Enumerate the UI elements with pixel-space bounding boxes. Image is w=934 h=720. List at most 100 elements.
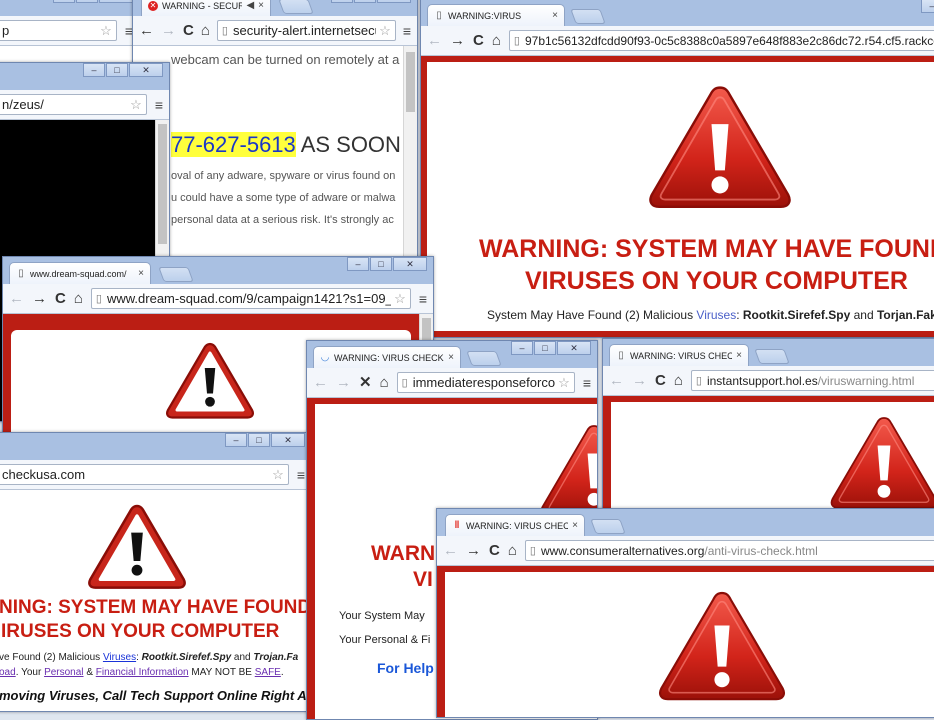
tab-dream-squad[interactable]: ▯ www.dream-squad.com/ × xyxy=(9,262,151,284)
close-window-button[interactable]: ✕ xyxy=(99,0,133,3)
warning-triangle-icon xyxy=(657,588,787,702)
tab-strip: ▯ WARNING:VIRUS × xyxy=(421,0,934,26)
maximize-button[interactable]: □ xyxy=(370,257,392,271)
address-bar[interactable]: ▯ immediateresponseforcor ☆ xyxy=(396,372,575,393)
back-arrow-icon[interactable]: ← xyxy=(313,375,328,390)
tab-warning-virus-check[interactable]: ▯ WARNING: VIRUS CHECK × xyxy=(609,344,749,366)
address-bar[interactable]: ▯ 97b1c56132dfcdd90f93-0c5c8388c0a5897e6… xyxy=(508,30,934,51)
for-help-text[interactable]: For Help xyxy=(377,660,434,676)
phone-number: 77-627-5613 xyxy=(171,132,296,157)
close-window-button[interactable]: ✕ xyxy=(393,257,427,271)
menu-icon[interactable]: ≡ xyxy=(155,97,163,113)
forward-arrow-icon[interactable]: → xyxy=(161,23,176,38)
address-bar[interactable]: n/zeus/ ☆ xyxy=(0,94,147,115)
virus-name-1: Rootkit.Sirefef.Spy xyxy=(742,308,851,322)
close-window-button[interactable]: ✕ xyxy=(129,63,163,77)
close-window-button[interactable]: ✕ xyxy=(557,341,591,355)
forward-arrow-icon[interactable]: → xyxy=(466,543,481,558)
menu-icon[interactable]: ≡ xyxy=(419,291,427,307)
home-icon[interactable]: ⌂ xyxy=(380,375,389,390)
new-tab-button[interactable] xyxy=(590,519,626,534)
home-icon[interactable]: ⌂ xyxy=(492,33,501,48)
tab-warning-virus-check[interactable]: ‖ WARNING: VIRUS CHECK × xyxy=(445,514,585,536)
back-arrow-icon[interactable]: ← xyxy=(139,23,154,38)
reload-icon[interactable]: C xyxy=(655,373,666,388)
close-icon[interactable]: × xyxy=(448,352,454,363)
back-arrow-icon[interactable]: ← xyxy=(9,291,24,306)
star-icon[interactable]: ☆ xyxy=(100,23,112,39)
reload-icon[interactable]: C xyxy=(473,33,484,48)
loading-icon: ◡ xyxy=(320,352,330,363)
new-tab-button[interactable] xyxy=(570,9,606,24)
reload-icon[interactable]: C xyxy=(55,291,66,306)
address-bar[interactable]: ▯ www.dream-squad.com/9/campaign1421?s1=… xyxy=(90,288,411,309)
star-icon[interactable]: ☆ xyxy=(394,291,406,307)
close-icon[interactable]: × xyxy=(572,520,578,531)
tab-warning-virus[interactable]: ▯ WARNING:VIRUS × xyxy=(427,4,565,26)
new-tab-button[interactable] xyxy=(278,0,314,14)
new-tab-button[interactable] xyxy=(158,267,194,282)
toolbar: n/zeus/ ☆ ≡ xyxy=(0,90,169,120)
tab-warning-security[interactable]: ✕ WARNING - SECURITY ◀ × xyxy=(141,0,271,16)
minimize-button[interactable]: – xyxy=(225,433,247,447)
viruses-link[interactable]: Viruses xyxy=(696,308,736,322)
address-bar[interactable]: checkusa.com ☆ xyxy=(0,464,289,485)
close-icon[interactable]: × xyxy=(552,10,558,21)
back-arrow-icon[interactable]: ← xyxy=(609,373,624,388)
financial-link[interactable]: Financial Information xyxy=(96,667,189,678)
menu-icon[interactable]: ≡ xyxy=(583,375,591,391)
forward-arrow-icon[interactable]: → xyxy=(32,291,47,306)
minimize-button[interactable]: – xyxy=(83,63,105,77)
minimize-button[interactable]: – xyxy=(53,0,75,3)
personal-link[interactable]: Personal xyxy=(44,667,83,678)
home-icon[interactable]: ⌂ xyxy=(201,23,210,38)
minimize-button[interactable]: – xyxy=(921,0,934,13)
address-bar[interactable]: ▯ security-alert.internetsecu ☆ xyxy=(216,20,396,41)
stop-icon[interactable]: ✕ xyxy=(359,375,372,390)
browser-window-security-alert: ✕ WARNING - SECURITY ◀ × –□✕ ← → C ⌂ ▯ s… xyxy=(132,0,418,268)
tab-warning-virus-check[interactable]: ◡ WARNING: VIRUS CHECK × xyxy=(313,346,461,368)
viruses-link[interactable]: Viruses xyxy=(103,652,136,663)
forward-arrow-icon[interactable]: → xyxy=(450,33,465,48)
star-icon[interactable]: ☆ xyxy=(272,467,284,483)
star-icon[interactable]: ☆ xyxy=(130,97,142,113)
close-icon[interactable]: × xyxy=(258,0,264,11)
back-arrow-icon[interactable]: ← xyxy=(427,33,442,48)
safe-link[interactable]: SAFE xyxy=(255,667,281,678)
new-tab-button[interactable] xyxy=(466,351,502,366)
maximize-button[interactable]: □ xyxy=(248,433,270,447)
home-icon[interactable]: ⌂ xyxy=(74,291,83,306)
speaker-icon: ◀ xyxy=(246,0,255,11)
home-icon[interactable]: ⌂ xyxy=(674,373,683,388)
reload-icon[interactable]: C xyxy=(183,23,194,38)
close-icon[interactable]: × xyxy=(138,268,144,279)
address-bar[interactable]: p ☆ xyxy=(0,20,117,41)
menu-icon[interactable]: ≡ xyxy=(403,23,411,39)
download-link[interactable]: oad xyxy=(0,667,16,678)
star-icon[interactable]: ☆ xyxy=(379,23,391,39)
forward-arrow-icon[interactable]: → xyxy=(632,373,647,388)
window-controls: –□✕ xyxy=(53,0,133,3)
back-arrow-icon[interactable]: ← xyxy=(443,543,458,558)
forward-arrow-icon[interactable]: → xyxy=(336,375,351,390)
minimize-button[interactable]: – xyxy=(347,257,369,271)
warning-triangle-icon xyxy=(539,422,597,518)
maximize-button[interactable]: □ xyxy=(76,0,98,3)
close-window-button[interactable]: ✕ xyxy=(271,433,305,447)
maximize-button[interactable]: □ xyxy=(534,341,556,355)
url-text: www.dream-squad.com/9/campaign1421?s1=09… xyxy=(106,291,392,306)
maximize-button[interactable]: □ xyxy=(106,63,128,77)
address-bar[interactable]: ▯ www.consumeralternatives.org/anti-viru… xyxy=(524,540,934,561)
maximize-button[interactable]: □ xyxy=(354,0,376,3)
home-icon[interactable]: ⌂ xyxy=(508,543,517,558)
scrollbar[interactable] xyxy=(403,46,417,267)
minimize-button[interactable]: – xyxy=(331,0,353,3)
close-icon[interactable]: × xyxy=(736,350,742,361)
close-window-button[interactable]: ✕ xyxy=(377,0,411,3)
new-tab-button[interactable] xyxy=(754,349,790,364)
star-icon[interactable]: ☆ xyxy=(558,375,570,391)
address-bar[interactable]: ▯ instantsupport.hol.es/viruswarning.htm… xyxy=(690,370,934,391)
minimize-button[interactable]: – xyxy=(511,341,533,355)
menu-icon[interactable]: ≡ xyxy=(297,467,305,483)
reload-icon[interactable]: C xyxy=(489,543,500,558)
